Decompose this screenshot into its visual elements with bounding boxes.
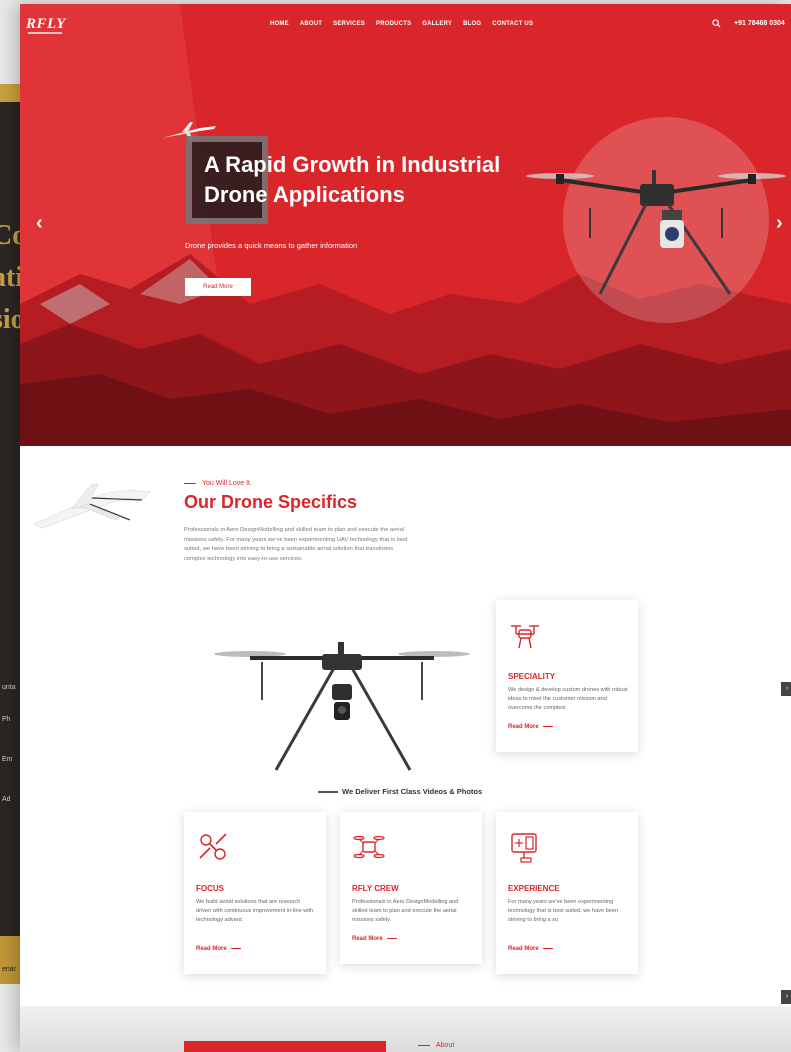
site-logo[interactable]: RFLY [26,16,66,33]
nav-item-contact[interactable]: CONTACT US [492,21,533,27]
quadcopter-drone-image [526,170,786,295]
hero-read-more-button[interactable]: Read More [185,278,251,296]
experience-card: EXPERIENCE For many years we've been exp… [496,812,638,974]
nav-item-gallery[interactable]: GALLERY [422,21,452,27]
top-navbar: RFLY HOME ABOUT SERVICES PRODUCTS GALLER… [20,4,791,44]
about-red-bar [184,1041,386,1052]
experience-read-more-link[interactable]: Read More [508,946,553,952]
speciality-title: SPECIALITY [508,672,556,681]
focus-card: FOCUS We build aerial solutions that are… [184,812,326,974]
focus-text: We build aerial solutions that are resea… [196,899,314,924]
crew-card: RFLY CREW Professionals in Aero DesignMo… [340,812,482,964]
speciality-text: We design & develop custom drones with r… [508,687,628,712]
background-footer-label: enar [2,966,17,973]
hero-title: A Rapid Growth in Industrial Drone Appli… [204,150,544,210]
hero-section: RFLY HOME ABOUT SERVICES PRODUCTS GALLER… [20,4,791,446]
experience-title: EXPERIENCE [508,884,560,893]
nav-item-home[interactable]: HOME [270,21,289,27]
focus-read-more-link[interactable]: Read More [196,946,241,952]
chevron-left-icon[interactable]: ‹ [36,212,43,235]
deliver-heading: We Deliver First Class Videos & Photos [318,787,482,796]
nav-item-about[interactable]: ABOUT [300,21,322,27]
crew-text: Professionals in Aero DesignModelling an… [352,899,459,924]
specifics-title-part-2: Specifics [278,492,358,512]
crew-title: RFLY CREW [352,884,399,893]
hero-title-line-1: A Rapid Growth in Industrial [204,152,501,177]
background-address-label: Ad [2,796,11,803]
nav-item-products[interactable]: PRODUCTS [376,21,411,27]
logo-underline [28,32,62,34]
drone-speciality-icon [511,625,539,649]
background-side-label: unta [2,684,16,691]
about-label: About [418,1042,454,1049]
hero-subtitle: Drone provides a quick means to gather i… [185,241,358,250]
experience-text: For many years we've been experimenting … [508,899,619,924]
about-section-strip [20,1006,791,1052]
search-icon[interactable] [712,19,721,28]
background-phone-label: Ph [2,716,11,723]
specifics-title: Our Drone Specifics [184,492,357,513]
focus-title: FOCUS [196,884,224,893]
nav-menu: HOME ABOUT SERVICES PRODUCTS GALLERY BLO… [270,21,533,27]
side-scroll-button-lower[interactable]: › [781,990,791,1004]
nav-item-blog[interactable]: BLOG [463,21,481,27]
specifics-label: You Will Love It. [184,480,252,487]
hero-title-line-2: Drone Applications [204,182,405,207]
center-quadcopter-image [214,642,470,771]
nav-item-services[interactable]: SERVICES [333,21,365,27]
vtol-drone-image [33,483,151,529]
crew-read-more-link[interactable]: Read More [352,936,397,942]
background-email-label: Em [2,756,13,763]
side-scroll-button-upper[interactable]: › [781,682,791,696]
drone-crew-icon [353,835,385,859]
phone-number[interactable]: +91 78468 0304 [734,20,785,27]
battery-experience-icon [511,833,537,863]
specifics-title-part-1: Our Drone [184,492,274,512]
speciality-card: SPECIALITY We design & develop custom dr… [496,600,638,752]
tools-focus-icon [199,833,227,860]
speciality-read-more-link[interactable]: Read More [508,724,553,730]
specifics-description: Professionals in Aero DesignModelling an… [184,527,408,562]
website-page: RFLY HOME ABOUT SERVICES PRODUCTS GALLER… [20,4,791,1052]
